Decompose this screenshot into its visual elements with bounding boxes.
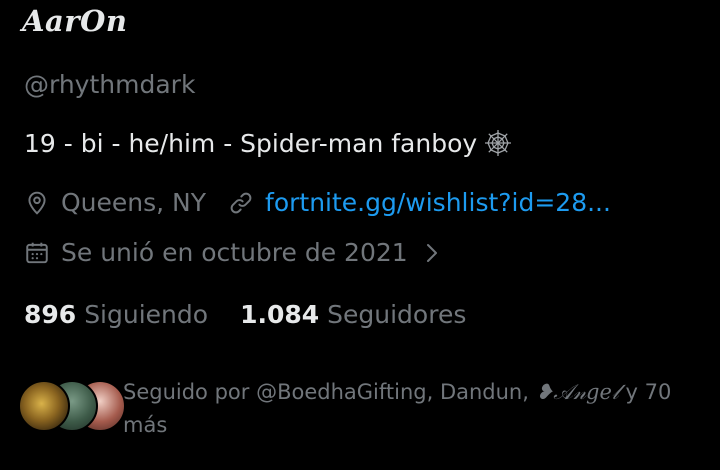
followers-count: 1.084 xyxy=(240,300,320,329)
website-link[interactable]: fortnite.gg/wishlist?id=28... xyxy=(265,188,611,217)
chevron-right-icon xyxy=(422,240,444,266)
followed-by-third-name: ❥𝒜𝓃𝑔𝑒𝓁 xyxy=(535,380,619,404)
following-count: 896 xyxy=(24,300,77,329)
calendar-icon xyxy=(24,240,50,266)
following-link[interactable]: 896 Siguiendo xyxy=(24,300,208,329)
followed-by-avatars[interactable] xyxy=(18,380,126,432)
joined-text: Se unió en octubre de 2021 xyxy=(61,238,408,267)
location-pin-icon xyxy=(24,190,50,216)
followed-by-text[interactable]: Seguido por @BoedhaGifting, Dandun, ❥𝒜𝓃𝑔… xyxy=(123,376,703,442)
display-name: AarOn xyxy=(22,4,128,38)
profile-meta-row: Queens, NY fortnite.gg/wishlist?id=28... xyxy=(24,188,611,217)
follow-counts: 896 Siguiendo 1.084 Seguidores xyxy=(24,300,466,329)
joined-row[interactable]: Se unió en octubre de 2021 xyxy=(24,238,444,267)
link-icon xyxy=(228,190,254,216)
followers-label: Seguidores xyxy=(327,300,467,329)
profile-bio: 19 - bi - he/him - Spider-man fanboy xyxy=(24,128,513,158)
avatar xyxy=(18,380,70,432)
followed-by-prefix: Seguido por @BoedhaGifting, Dandun, xyxy=(123,380,529,404)
spider-web-icon xyxy=(483,128,513,158)
profile-handle: @rhythmdark xyxy=(24,70,196,99)
followers-link[interactable]: 1.084 Seguidores xyxy=(240,300,466,329)
following-label: Siguiendo xyxy=(84,300,209,329)
bio-text: 19 - bi - he/him - Spider-man fanboy xyxy=(24,128,478,158)
location-text: Queens, NY xyxy=(61,188,207,217)
